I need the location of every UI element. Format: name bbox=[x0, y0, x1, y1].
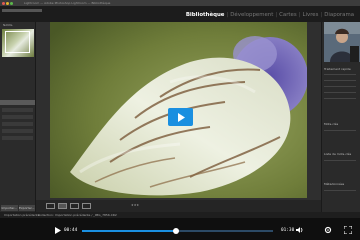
settings-icon[interactable] bbox=[324, 226, 332, 234]
import-button[interactable]: Importer... bbox=[1, 205, 18, 211]
video-frame: Lightroom — Adobe Photoshop Lightroom — … bbox=[0, 0, 360, 240]
module-map[interactable]: Cartes bbox=[279, 12, 297, 18]
keywords-header[interactable]: Mots-clés bbox=[324, 122, 358, 126]
video-controls bbox=[0, 218, 360, 240]
keyword-list-header[interactable]: Liste de mots-clés bbox=[324, 152, 358, 156]
panel-row[interactable] bbox=[2, 136, 33, 140]
loupe-view bbox=[36, 22, 321, 200]
panel-row[interactable] bbox=[2, 129, 33, 133]
filmstrip-source[interactable]: Importation précédente bbox=[4, 213, 40, 217]
presenter-webcam bbox=[324, 22, 360, 62]
right-panel: Traitement rapide Mots-clés Liste de mot… bbox=[321, 22, 360, 212]
progress-track[interactable] bbox=[82, 228, 273, 234]
current-time: 00:44 bbox=[64, 228, 78, 233]
survey-view-icon[interactable] bbox=[82, 203, 91, 209]
progress-knob[interactable] bbox=[172, 228, 179, 234]
catalog-selected-row[interactable] bbox=[0, 100, 35, 105]
module-slideshow[interactable]: Diaporama bbox=[324, 12, 354, 18]
panel-row[interactable] bbox=[2, 122, 33, 126]
navigator-header[interactable]: NAVIG. bbox=[0, 22, 35, 29]
view-toolbar: ★★★ bbox=[36, 200, 321, 212]
module-develop[interactable]: Développement bbox=[230, 12, 273, 18]
loupe-view-icon[interactable] bbox=[58, 203, 67, 209]
import-export-buttons: Importer... Exporter... bbox=[0, 204, 36, 212]
quick-develop-header[interactable]: Traitement rapide bbox=[324, 67, 358, 71]
fullscreen-icon[interactable] bbox=[344, 226, 352, 234]
control-play-icon[interactable] bbox=[55, 227, 61, 234]
module-book[interactable]: Livres bbox=[303, 12, 319, 18]
video-play-button[interactable] bbox=[168, 108, 193, 126]
identity-plate bbox=[2, 9, 42, 12]
presenter-image bbox=[324, 22, 360, 62]
left-panel: NAVIG. Importer... Exporter... bbox=[0, 22, 36, 212]
window-title: Lightroom — Adobe Photoshop Lightroom — … bbox=[24, 1, 111, 5]
panel-row[interactable] bbox=[2, 115, 33, 119]
progress-fill bbox=[82, 230, 176, 232]
module-picker: Bibliothèque | Développement | Cartes | … bbox=[185, 12, 354, 18]
volume-icon[interactable] bbox=[296, 226, 304, 234]
module-library[interactable]: Bibliothèque bbox=[186, 12, 225, 18]
rating-stars-icon[interactable]: ★★★ bbox=[131, 203, 139, 207]
play-icon bbox=[177, 112, 185, 122]
module-bar: Bibliothèque | Développement | Cartes | … bbox=[0, 6, 360, 22]
export-button[interactable]: Exporter... bbox=[18, 205, 35, 211]
grid-view-icon[interactable] bbox=[46, 203, 55, 209]
total-time: 01:30 bbox=[281, 228, 295, 233]
compare-view-icon[interactable] bbox=[70, 203, 79, 209]
navigator-preview[interactable] bbox=[2, 29, 34, 57]
panel-row[interactable] bbox=[2, 108, 33, 112]
metadata-header[interactable]: Métadonnées bbox=[324, 182, 358, 186]
